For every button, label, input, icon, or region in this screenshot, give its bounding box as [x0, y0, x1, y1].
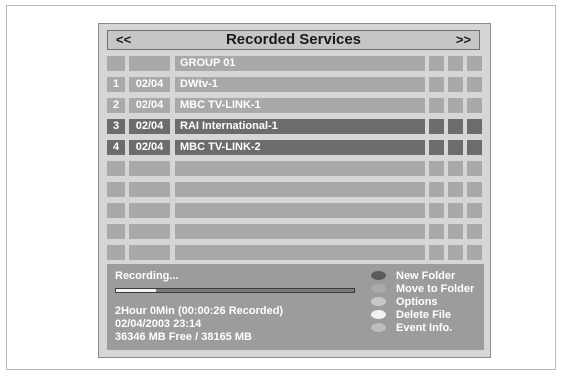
dark-grey-key-icon — [371, 271, 386, 280]
recording-number — [107, 161, 125, 176]
next-page-button[interactable]: >> — [456, 31, 471, 49]
recording-date — [129, 224, 170, 239]
row-flag-cell — [467, 224, 482, 239]
row-date-cell — [129, 56, 170, 71]
recording-date — [129, 182, 170, 197]
legend-label: Move to Folder — [396, 283, 475, 295]
recording-number: 2 — [107, 98, 125, 113]
legend-label: Options — [396, 296, 438, 308]
row-flag-cell — [429, 245, 444, 260]
recording-date: 02/04 — [129, 119, 170, 134]
group-name: GROUP 01 — [175, 56, 425, 71]
recording-date — [129, 161, 170, 176]
recording-number — [107, 245, 125, 260]
grey-key-icon — [371, 284, 386, 293]
row-flag-cell — [448, 161, 463, 176]
row-flag-cell — [467, 182, 482, 197]
legend-label: New Folder — [396, 270, 456, 282]
row-flag-cell — [429, 224, 444, 239]
row-flag-cell — [429, 56, 444, 71]
recording-name: DWtv-1 — [175, 77, 425, 92]
row-flag-cell — [448, 56, 463, 71]
silver-key-icon — [371, 323, 386, 332]
row-flag-cell — [429, 161, 444, 176]
header-bar: << Recorded Services >> — [107, 30, 480, 50]
recording-name — [175, 203, 425, 218]
row-flag-cell — [429, 119, 444, 134]
recording-number: 3 — [107, 119, 125, 134]
row-flag-cell — [467, 119, 482, 134]
row-flag-cell — [429, 182, 444, 197]
row-number-cell — [107, 56, 125, 71]
recording-name — [175, 182, 425, 197]
recording-number: 4 — [107, 140, 125, 155]
recording-date: 02/04 — [129, 98, 170, 113]
recorded-services-panel: << Recorded Services >> GROUP 01 1 02/04 DW… — [98, 23, 491, 358]
row-flag-cell — [467, 98, 482, 113]
recording-date — [129, 203, 170, 218]
recording-date — [129, 245, 170, 260]
recording-name — [175, 161, 425, 176]
row-flag-cell — [448, 224, 463, 239]
row-flag-cell — [467, 161, 482, 176]
disk-space: 36346 MB Free / 38165 MB — [115, 331, 252, 343]
row-flag-cell — [429, 77, 444, 92]
recording-duration: 2Hour 0Min (00:00:26 Recorded) — [115, 305, 284, 317]
row-flag-cell — [448, 119, 463, 134]
row-flag-cell — [448, 245, 463, 260]
info-area: Recording... 2Hour 0Min (00:00:26 Record… — [107, 264, 484, 350]
recording-datetime: 02/04/2003 23:14 — [115, 318, 202, 330]
row-flag-cell — [467, 56, 482, 71]
recording-name: MBC TV-LINK-1 — [175, 98, 425, 113]
row-flag-cell — [429, 140, 444, 155]
recording-number — [107, 224, 125, 239]
row-flag-cell — [448, 98, 463, 113]
recording-number: 1 — [107, 77, 125, 92]
recording-date: 02/04 — [129, 140, 170, 155]
row-flag-cell — [448, 203, 463, 218]
recording-progress-fill — [116, 289, 157, 292]
recording-status: Recording... — [115, 270, 179, 282]
row-flag-cell — [448, 182, 463, 197]
row-flag-cell — [448, 77, 463, 92]
recording-name — [175, 224, 425, 239]
row-flag-cell — [467, 203, 482, 218]
row-flag-cell — [467, 245, 482, 260]
page-title: Recorded Services — [225, 31, 362, 48]
row-flag-cell — [429, 98, 444, 113]
row-flag-cell — [429, 203, 444, 218]
recording-number — [107, 182, 125, 197]
legend-label: Event Info. — [396, 322, 453, 334]
row-flag-cell — [467, 140, 482, 155]
recording-progress-bar — [115, 288, 355, 293]
row-flag-cell — [448, 140, 463, 155]
legend-label: Delete File — [396, 309, 452, 321]
recording-name: MBC TV-LINK-2 — [175, 140, 425, 155]
recording-date: 02/04 — [129, 77, 170, 92]
row-flag-cell — [467, 77, 482, 92]
light-grey-key-icon — [371, 297, 386, 306]
recording-name: RAI International-1 — [175, 119, 425, 134]
recording-number — [107, 203, 125, 218]
recording-name — [175, 245, 425, 260]
white-key-icon — [371, 310, 386, 319]
